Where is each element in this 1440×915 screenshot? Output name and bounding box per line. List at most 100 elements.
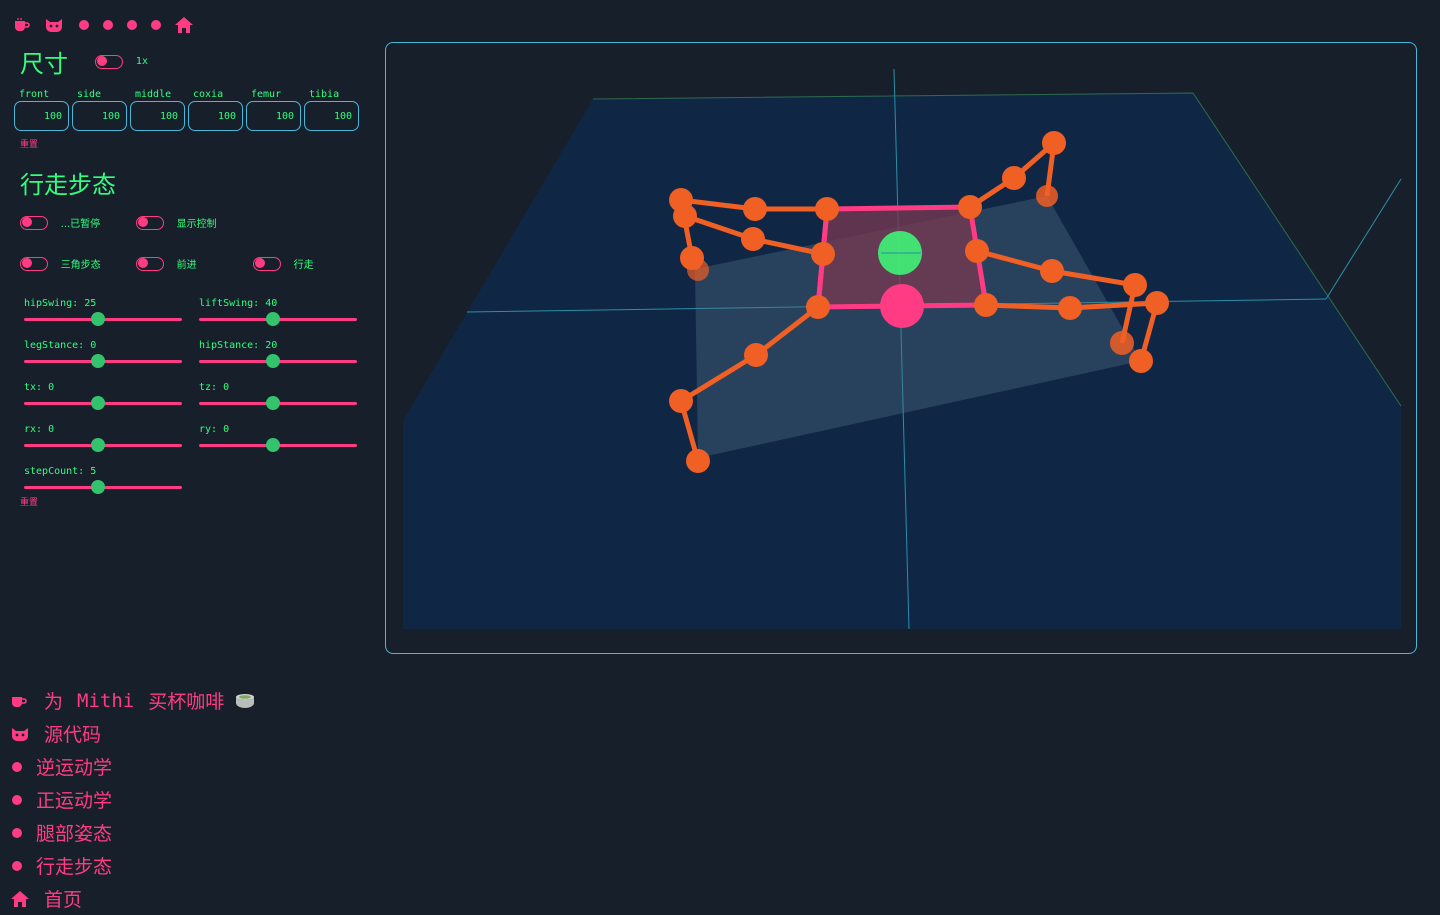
slider-track[interactable] xyxy=(199,354,357,368)
buy-coffee-prefix: 为 xyxy=(44,691,64,713)
joint xyxy=(965,239,989,263)
joint xyxy=(815,197,839,221)
github-icon xyxy=(10,726,34,742)
side-input[interactable] xyxy=(72,101,127,131)
walking-gaits-link[interactable]: 行走步态 xyxy=(10,849,256,882)
dimension-label: middle xyxy=(135,89,172,100)
slider-track[interactable] xyxy=(199,438,357,452)
forward-toggle-item: 前进 xyxy=(136,253,253,272)
slider-track[interactable] xyxy=(24,480,182,494)
slider-track[interactable] xyxy=(24,438,182,452)
source-code-label: 源代码 xyxy=(44,724,102,746)
show-controls-label: 显示控制 xyxy=(176,219,217,230)
dimension-label: femur xyxy=(251,89,282,100)
dimension-field-middle: middle xyxy=(130,89,185,131)
joint xyxy=(806,295,830,319)
walk-label: 行走 xyxy=(293,260,314,271)
slider-thumb[interactable] xyxy=(91,354,106,368)
joint xyxy=(687,259,709,281)
gait-toggles: ...已暂停 显示控制 三角步态 前进 行走 xyxy=(20,212,366,272)
dimension-label: tibia xyxy=(309,89,340,100)
slider-label: liftSwing: 40 xyxy=(199,298,278,309)
control-panel: 尺寸 1x front side middle coxia femur tibi… xyxy=(14,44,366,508)
tea-icon xyxy=(234,691,256,711)
slider-track[interactable] xyxy=(24,312,182,326)
slider-thumb[interactable] xyxy=(91,438,106,452)
slider-track[interactable] xyxy=(24,354,182,368)
forward-kinematics-link[interactable]: 正运动学 xyxy=(10,783,256,816)
joint xyxy=(974,293,998,317)
middle-input[interactable] xyxy=(130,101,185,131)
dot-icon[interactable] xyxy=(96,14,120,36)
tripod-gait-toggle[interactable] xyxy=(20,256,48,271)
gait-sliders: hipSwing: 25 liftSwing: 40 legStance: 0 … xyxy=(24,298,366,501)
scale-label: 1x xyxy=(135,56,148,67)
dot-icon[interactable] xyxy=(144,14,168,36)
joint xyxy=(1036,185,1058,207)
dimension-fields: front side middle coxia femur tibia xyxy=(14,89,366,131)
slider-thumb[interactable] xyxy=(91,480,106,494)
source-code-link[interactable]: 源代码 xyxy=(10,717,256,750)
slider-label: stepCount: 5 xyxy=(24,466,97,477)
inverse-kinematics-link[interactable]: 逆运动学 xyxy=(10,750,256,783)
tz-slider: tz: 0 xyxy=(199,382,357,417)
pause-toggle[interactable] xyxy=(20,215,48,230)
dot-icon[interactable] xyxy=(72,14,96,36)
joint xyxy=(1129,349,1153,373)
femur-input[interactable] xyxy=(246,101,301,131)
slider-track[interactable] xyxy=(199,312,357,326)
slider-label: tx: 0 xyxy=(24,382,55,393)
slider-thumb[interactable] xyxy=(266,396,281,410)
dimensions-reset-link[interactable]: 重置 xyxy=(20,137,38,150)
forward-label: 前进 xyxy=(176,260,197,271)
slider-label: hipSwing: 25 xyxy=(24,298,97,309)
dot-icon xyxy=(10,794,34,805)
show-controls-toggle[interactable] xyxy=(136,215,164,230)
slider-track[interactable] xyxy=(24,396,182,410)
slider-thumb[interactable] xyxy=(266,354,281,368)
walk-toggle-item: 行走 xyxy=(253,253,369,272)
dimensions-title: 尺寸 xyxy=(20,50,68,78)
github-icon[interactable] xyxy=(42,14,66,36)
joint xyxy=(669,389,693,413)
joint xyxy=(1002,166,1026,190)
pause-toggle-item: ...已暂停 xyxy=(20,212,136,231)
empty-cell xyxy=(253,212,369,231)
coxia-input[interactable] xyxy=(188,101,243,131)
leg-patterns-link[interactable]: 腿部姿态 xyxy=(10,816,256,849)
joint xyxy=(1110,331,1134,355)
slider-label: tz: 0 xyxy=(199,382,230,393)
joint xyxy=(1123,273,1147,297)
hexapod-3d-viewport[interactable] xyxy=(385,42,1417,654)
slider-thumb[interactable] xyxy=(266,312,281,326)
axis-extension xyxy=(1325,178,1402,300)
slider-thumb[interactable] xyxy=(91,312,106,326)
home-link[interactable]: 首页 xyxy=(10,882,256,915)
inverse-kinematics-label: 逆运动学 xyxy=(36,757,113,779)
dimension-label: coxia xyxy=(193,89,224,100)
joint xyxy=(744,343,768,367)
slider-label: hipStance: 20 xyxy=(199,340,278,351)
top-nav xyxy=(10,14,196,36)
dimension-field-coxia: coxia xyxy=(188,89,243,131)
bottom-links: 为 Mithi 买杯咖啡 源代码 逆运动学 正运动学 腿部姿态 行走步态 首页 xyxy=(10,684,256,915)
slider-track[interactable] xyxy=(199,396,357,410)
walk-toggle[interactable] xyxy=(253,256,281,271)
coffee-icon[interactable] xyxy=(10,14,34,36)
dot-icon[interactable] xyxy=(120,14,144,36)
forward-toggle[interactable] xyxy=(136,256,164,271)
tibia-input[interactable] xyxy=(304,101,359,131)
rx-slider: rx: 0 xyxy=(24,424,182,459)
scale-toggle[interactable] xyxy=(95,54,124,69)
liftswing-slider: liftSwing: 40 xyxy=(199,298,357,333)
buy-coffee-name: Mithi xyxy=(77,689,135,712)
slider-thumb[interactable] xyxy=(91,396,106,410)
slider-thumb[interactable] xyxy=(266,438,281,452)
buy-coffee-link[interactable]: 为 Mithi 买杯咖啡 xyxy=(10,684,256,717)
front-input[interactable] xyxy=(14,101,69,131)
tripod-toggle-item: 三角步态 xyxy=(20,253,136,272)
home-icon[interactable] xyxy=(172,14,196,36)
hipswing-slider: hipSwing: 25 xyxy=(24,298,182,333)
home-icon xyxy=(10,890,34,908)
hexapod-scene[interactable] xyxy=(386,43,1417,654)
